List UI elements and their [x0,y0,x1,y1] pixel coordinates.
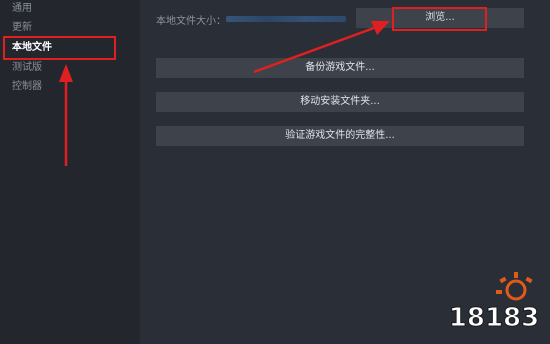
backup-game-files-button[interactable]: 备份游戏文件... [156,58,524,78]
watermark-text: 18183 [449,303,539,333]
sidebar-item-local-files[interactable]: 本地文件 [12,39,52,57]
sidebar-item-general[interactable]: 通用 [12,0,32,18]
sidebar-item-controller[interactable]: 控制器 [12,78,42,96]
sidebar-item-betas[interactable]: 测试版 [12,59,42,77]
local-files-size-label: 本地文件大小： [156,16,226,27]
move-install-folder-button[interactable]: 移动安装文件夹... [156,92,524,112]
browse-button[interactable]: 浏览... [356,8,524,28]
sidebar-item-updates[interactable]: 更新 [12,19,32,37]
local-files-size-value-obscured [226,16,346,22]
sidebar: 通用 更新 本地文件 测试版 控制器 [0,0,140,344]
watermark-logo-18183: 18183 [448,272,540,334]
sun-icon [496,272,533,301]
verify-integrity-button[interactable]: 验证游戏文件的完整性... [156,126,524,146]
